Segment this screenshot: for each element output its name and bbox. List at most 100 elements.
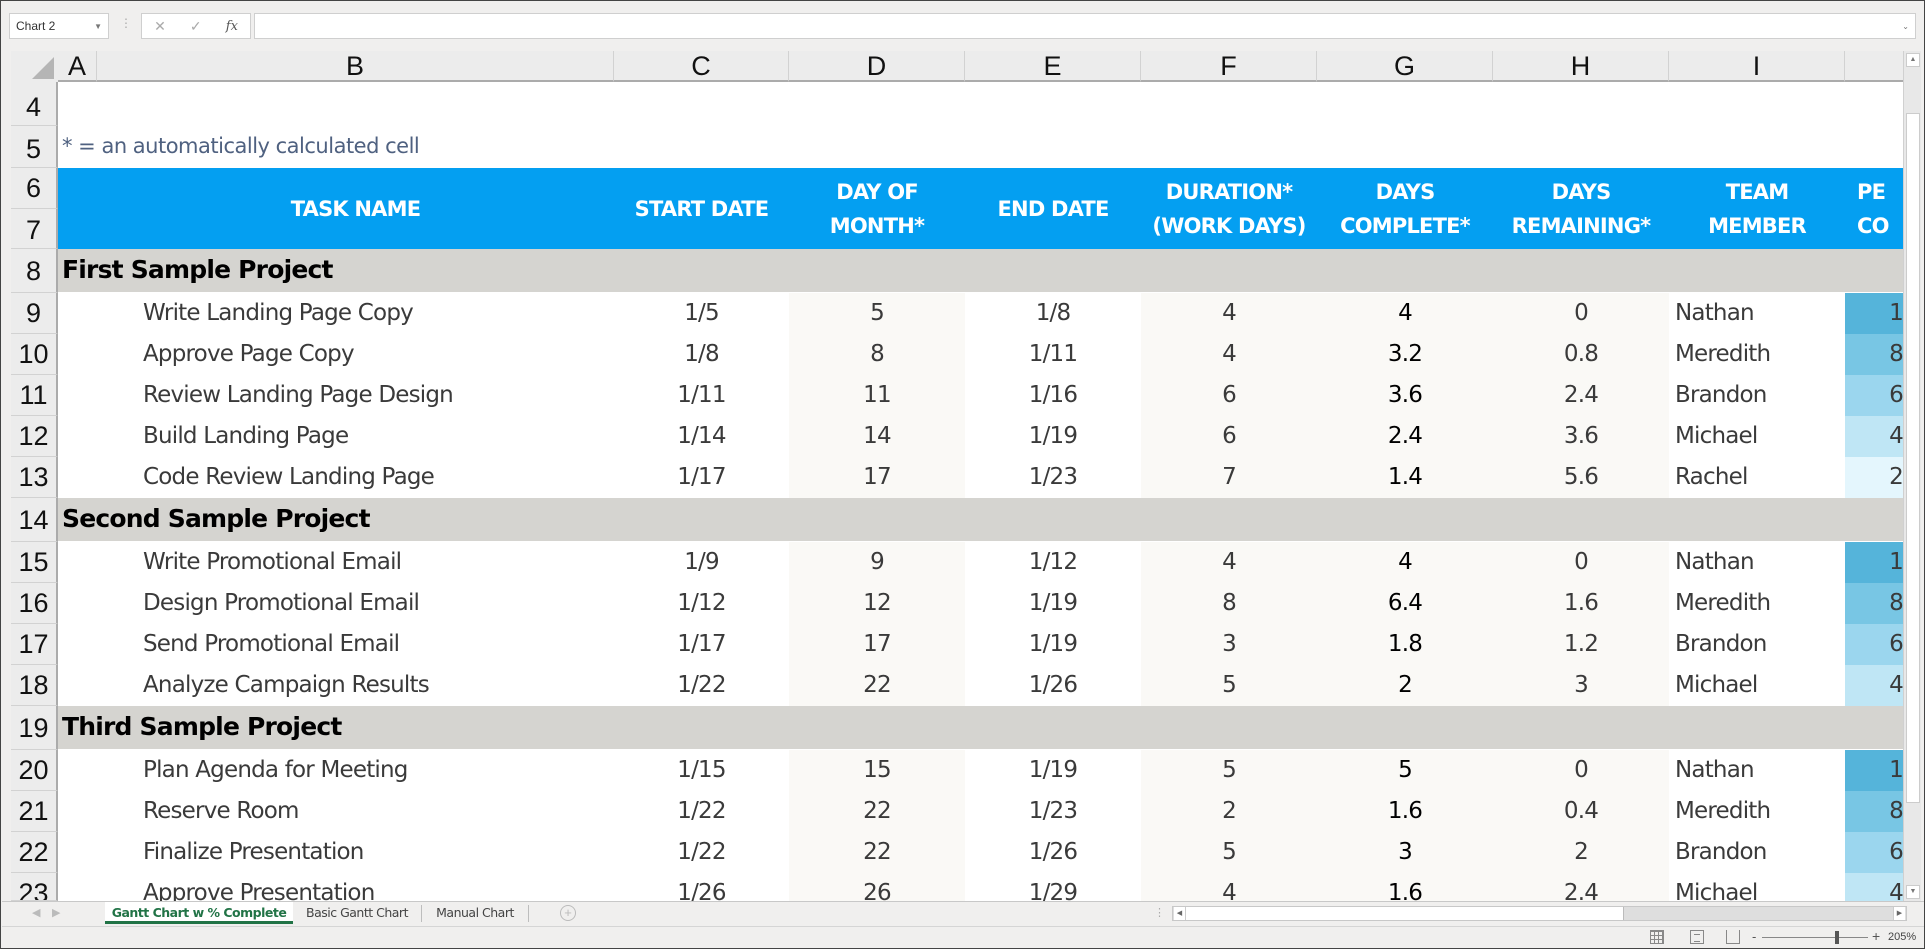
tab-scroll-left-icon[interactable]: ◀: [32, 906, 40, 919]
duration-cell[interactable]: 5: [1141, 832, 1317, 873]
duration-cell[interactable]: 8: [1141, 583, 1317, 624]
team-member-cell[interactable]: Brandon: [1669, 832, 1845, 873]
column-header-b[interactable]: B: [97, 51, 614, 82]
tab-scroll-right-icon[interactable]: ▶: [52, 906, 60, 919]
days-complete-cell[interactable]: 1.6: [1317, 791, 1493, 832]
row-header-15[interactable]: 15: [11, 542, 58, 583]
row-header-23[interactable]: 23: [11, 873, 58, 901]
days-complete-cell[interactable]: 1.8: [1317, 624, 1493, 665]
cancel-icon[interactable]: ✕: [154, 18, 166, 35]
task-name-cell[interactable]: Build Landing Page: [97, 416, 614, 457]
sheet-tab-basic-gantt-chart[interactable]: Basic Gantt Chart: [297, 902, 417, 924]
day-of-month-cell[interactable]: 17: [789, 457, 965, 498]
start-date-cell[interactable]: 1/22: [614, 832, 789, 873]
duration-cell[interactable]: 4: [1141, 873, 1317, 901]
days-remaining-cell[interactable]: 1.2: [1493, 624, 1669, 665]
duration-cell[interactable]: 3: [1141, 624, 1317, 665]
days-remaining-cell[interactable]: 3.6: [1493, 416, 1669, 457]
days-complete-cell[interactable]: 2: [1317, 665, 1493, 706]
days-remaining-cell[interactable]: 0.4: [1493, 791, 1669, 832]
row-header-16[interactable]: 16: [11, 583, 58, 624]
team-member-cell[interactable]: Michael: [1669, 416, 1845, 457]
row-header-17[interactable]: 17: [11, 624, 58, 665]
column-header-c[interactable]: C: [614, 51, 789, 82]
duration-cell[interactable]: 6: [1141, 416, 1317, 457]
team-member-cell[interactable]: Nathan: [1669, 293, 1845, 334]
day-of-month-cell[interactable]: 22: [789, 791, 965, 832]
table-row[interactable]: Approve Page Copy 1/8 8 1/11 4 3.2 0.8 Meredith…: [58, 334, 1903, 375]
duration-cell[interactable]: 7: [1141, 457, 1317, 498]
name-box[interactable]: Chart 2 ▼: [9, 13, 109, 39]
row-header-5[interactable]: 5: [11, 126, 58, 168]
task-name-cell[interactable]: Plan Agenda for Meeting: [97, 750, 614, 791]
horizontal-scrollbar[interactable]: ◀ ▶: [1172, 906, 1907, 921]
task-name-cell[interactable]: Finalize Presentation: [97, 832, 614, 873]
start-date-cell[interactable]: 1/15: [614, 750, 789, 791]
day-of-month-cell[interactable]: 12: [789, 583, 965, 624]
percent-complete-cell[interactable]: 8: [1845, 791, 1903, 832]
zoom-out-button[interactable]: -: [1752, 929, 1756, 944]
task-name-cell[interactable]: Design Promotional Email: [97, 583, 614, 624]
day-of-month-cell[interactable]: 17: [789, 624, 965, 665]
table-row[interactable]: Review Landing Page Design 1/11 11 1/16 6 3.6…: [58, 375, 1903, 416]
worksheet-grid[interactable]: * = an automatically calculated cell TAS…: [58, 82, 1903, 901]
start-date-cell[interactable]: 1/5: [614, 293, 789, 334]
row-header-6[interactable]: 6: [11, 168, 58, 209]
days-complete-cell[interactable]: 2.4: [1317, 416, 1493, 457]
task-name-cell[interactable]: Write Landing Page Copy: [97, 293, 614, 334]
page-break-preview-icon[interactable]: [1726, 930, 1740, 944]
team-member-cell[interactable]: Brandon: [1669, 624, 1845, 665]
column-header-j[interactable]: [1845, 51, 1903, 82]
percent-complete-cell[interactable]: 8: [1845, 583, 1903, 624]
row-header-13[interactable]: 13: [11, 457, 58, 498]
team-member-cell[interactable]: Brandon: [1669, 375, 1845, 416]
team-member-cell[interactable]: Meredith: [1669, 334, 1845, 375]
days-remaining-cell[interactable]: 2.4: [1493, 375, 1669, 416]
tab-split-handle-icon[interactable]: ⋮: [1154, 906, 1165, 919]
end-date-cell[interactable]: 1/26: [965, 832, 1141, 873]
vertical-scrollbar[interactable]: ▲ ▼: [1903, 51, 1921, 901]
start-date-cell[interactable]: 1/14: [614, 416, 789, 457]
scroll-left-icon[interactable]: ◀: [1174, 907, 1186, 920]
row-header-8[interactable]: 8: [11, 249, 58, 293]
task-name-cell[interactable]: Code Review Landing Page: [97, 457, 614, 498]
column-header-i[interactable]: I: [1669, 51, 1845, 82]
duration-cell[interactable]: 4: [1141, 293, 1317, 334]
normal-view-icon[interactable]: [1650, 930, 1664, 944]
percent-complete-cell[interactable]: 1: [1845, 293, 1903, 334]
table-row[interactable]: Reserve Room 1/22 22 1/23 2 1.6 0.4 Meredith 8: [58, 791, 1903, 832]
formula-bar-grip-icon[interactable]: ⋮: [120, 16, 132, 30]
scroll-down-icon[interactable]: ▼: [1906, 885, 1920, 899]
enter-icon[interactable]: ✓: [190, 18, 202, 35]
select-all-button[interactable]: [11, 51, 58, 82]
team-member-cell[interactable]: Meredith: [1669, 791, 1845, 832]
start-date-cell[interactable]: 1/26: [614, 873, 789, 901]
day-of-month-cell[interactable]: 5: [789, 293, 965, 334]
sheet-tab-manual-chart[interactable]: Manual Chart: [425, 902, 525, 924]
project-group-row[interactable]: First Sample Project: [58, 249, 1903, 292]
team-member-cell[interactable]: Michael: [1669, 873, 1845, 901]
table-row[interactable]: Analyze Campaign Results 1/22 22 1/26 5 2 3 Mic…: [58, 665, 1903, 706]
end-date-cell[interactable]: 1/19: [965, 416, 1141, 457]
day-of-month-cell[interactable]: 14: [789, 416, 965, 457]
percent-complete-cell[interactable]: 6: [1845, 832, 1903, 873]
days-remaining-cell[interactable]: 2.4: [1493, 873, 1669, 901]
duration-cell[interactable]: 4: [1141, 542, 1317, 583]
days-remaining-cell[interactable]: 0: [1493, 542, 1669, 583]
row-header-14[interactable]: 14: [11, 498, 58, 542]
day-of-month-cell[interactable]: 15: [789, 750, 965, 791]
name-box-dropdown-icon[interactable]: ▼: [94, 22, 102, 31]
days-complete-cell[interactable]: 3.6: [1317, 375, 1493, 416]
percent-complete-cell[interactable]: 1: [1845, 542, 1903, 583]
column-header-a[interactable]: A: [58, 51, 97, 82]
days-complete-cell[interactable]: 1.6: [1317, 873, 1493, 901]
team-member-cell[interactable]: Nathan: [1669, 542, 1845, 583]
vertical-scroll-thumb[interactable]: [1906, 113, 1920, 803]
table-row[interactable]: Build Landing Page 1/14 14 1/19 6 2.4 3.6 Micha…: [58, 416, 1903, 457]
end-date-cell[interactable]: 1/16: [965, 375, 1141, 416]
table-row[interactable]: Plan Agenda for Meeting 1/15 15 1/19 5 5 0 Nath…: [58, 750, 1903, 791]
task-name-cell[interactable]: Approve Page Copy: [97, 334, 614, 375]
row-header-19[interactable]: 19: [11, 706, 58, 750]
day-of-month-cell[interactable]: 26: [789, 873, 965, 901]
days-remaining-cell[interactable]: 0.8: [1493, 334, 1669, 375]
